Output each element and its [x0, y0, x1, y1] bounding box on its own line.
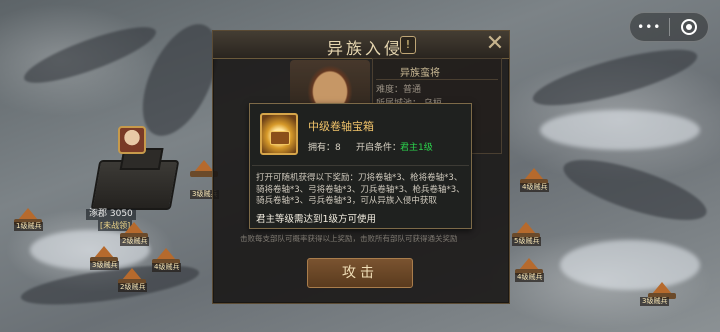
- tooltip-divider: [252, 165, 469, 166]
- camp-label: 4级贼兵: [520, 183, 550, 192]
- camp-label: 4级贼兵: [152, 263, 182, 272]
- boss-difficulty: 难度：普通: [376, 85, 422, 95]
- snowfield: [560, 240, 700, 290]
- dialog-title: 异族入侵: [327, 39, 404, 58]
- treasure-chest-icon: [260, 113, 298, 155]
- mountain-ridge: [19, 16, 161, 94]
- more-button[interactable]: •••: [630, 13, 669, 41]
- item-use-requirement: 君主等级需达到1级方可使用: [256, 214, 377, 225]
- target-circle-icon: [680, 19, 697, 35]
- open-condition-label: 开启条件：: [356, 143, 402, 153]
- item-description: 打开可随机获得以下奖励：刀将卷轴*3、枪将卷轴*3、骑将卷轴*3、弓将卷轴*3、…: [256, 173, 465, 206]
- boss-name: 异族蛮将: [400, 68, 440, 79]
- exit-button[interactable]: [670, 13, 709, 41]
- camp-label: 2级贼兵: [120, 237, 150, 246]
- camp-label: 4级贼兵: [515, 273, 545, 282]
- item-owned-count: 拥有：8: [308, 143, 341, 153]
- mountain-ridge: [528, 38, 702, 117]
- three-dots-icon: •••: [637, 20, 662, 34]
- reward-note: 击败每支部队可概率获得以上奖励，击败所有部队可获得通关奖励: [240, 234, 458, 243]
- snowfield: [540, 110, 700, 150]
- miniapp-capsule: •••: [629, 12, 709, 42]
- city-name-label: 涿郡 3050: [86, 209, 136, 220]
- attack-button[interactable]: 攻击: [307, 258, 413, 288]
- item-name: 中级卷轴宝箱: [308, 120, 374, 133]
- camp-label: 1级贼兵: [14, 222, 44, 231]
- camp-label: 3级贼兵: [90, 261, 120, 270]
- lord-portrait[interactable]: [118, 126, 146, 154]
- camp-label: 2级贼兵: [118, 283, 148, 292]
- mountain-ridge: [557, 147, 713, 233]
- city-fortress[interactable]: [90, 160, 180, 210]
- open-condition-value: 君主1级: [400, 143, 433, 153]
- camp-label: 3级贼兵: [640, 297, 670, 306]
- close-button[interactable]: ✕: [483, 33, 507, 57]
- camp-label: 5级贼兵: [512, 237, 542, 246]
- info-icon[interactable]: !: [400, 36, 416, 54]
- boss-divider: [376, 79, 498, 80]
